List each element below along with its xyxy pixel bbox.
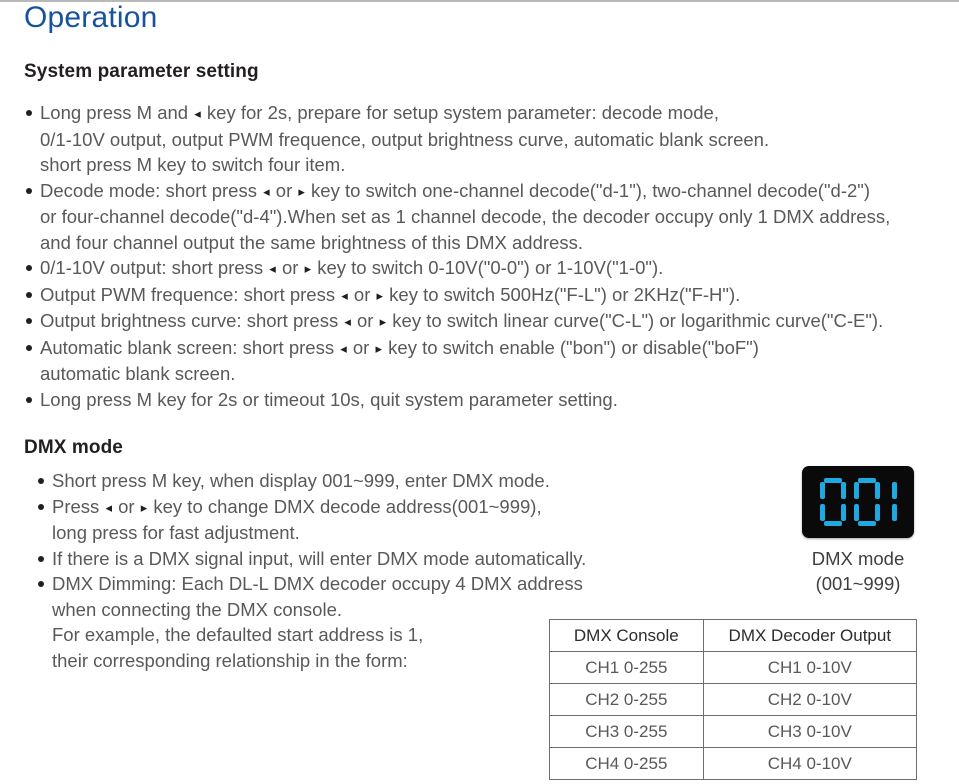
system-parameter-line: Long press M and ◂ key for 2s, prepare f… xyxy=(40,100,944,127)
system-parameter-bullet: Long press M and ◂ key for 2s, prepare f… xyxy=(24,100,944,178)
left-arrow-icon: ◂ xyxy=(269,261,276,276)
dmx-mode-bullet: Press ◂ or ▸ key to change DMX decode ad… xyxy=(36,494,816,546)
page-title: Operation xyxy=(24,1,158,34)
system-parameter-bullet: Decode mode: short press ◂ or ▸ key to s… xyxy=(24,178,944,256)
system-parameter-line: Output PWM frequence: short press ◂ or ▸… xyxy=(40,282,944,309)
right-arrow-icon: ▸ xyxy=(376,287,384,303)
dmx-mode-line: Short press M key, when display 001~999,… xyxy=(52,470,550,491)
dmx-mode-line: DMX Dimming: Each DL-L DMX decoder occup… xyxy=(52,573,583,594)
dmx-mode-bullet: If there is a DMX signal input, will ent… xyxy=(36,546,816,572)
table-row: CH1 0-255 CH1 0-10V xyxy=(549,651,918,684)
segment-b xyxy=(874,482,880,499)
segment-a xyxy=(857,478,876,483)
system-parameter-line: 0/1-10V output: short press ◂ or ▸ key t… xyxy=(40,255,944,282)
table-header-row: DMX Console DMX Decoder Output xyxy=(549,619,918,652)
dmx-mode-line: long press for fast adjustment. xyxy=(52,522,300,543)
display-caption-line-1: DMX mode xyxy=(811,548,905,569)
right-arrow-icon: ▸ xyxy=(304,261,312,276)
dmx-mode-bullet: Short press M key, when display 001~999,… xyxy=(36,468,816,494)
dmx-address-mapping-table: DMX Console DMX Decoder Output CH1 0-255… xyxy=(549,619,918,780)
segment-b xyxy=(840,482,846,499)
dmx-mode-line: If there is a DMX signal input, will ent… xyxy=(52,547,587,569)
segment-e xyxy=(819,504,825,521)
segment-d xyxy=(857,521,876,526)
seven-segment-display-panel xyxy=(802,466,914,538)
system-parameter-bullet: Automatic blank screen: short press ◂ or… xyxy=(24,335,944,387)
segment-b xyxy=(891,482,897,499)
system-parameter-line: and four channel output the same brightn… xyxy=(40,231,583,253)
seven-segment-digit xyxy=(819,478,846,526)
table-header-dmx-console: DMX Console xyxy=(549,619,704,652)
seven-segment-digit xyxy=(853,478,880,526)
table-cell: CH4 0-255 xyxy=(549,747,704,780)
system-parameter-line: short press M key to switch four item. xyxy=(40,154,346,175)
section-heading-dmx-mode: DMX mode xyxy=(24,437,123,458)
segment-f xyxy=(819,482,825,499)
dmx-display-figure: DMX mode (001~999) xyxy=(798,466,918,596)
system-parameter-line: Long press M key for 2s or timeout 10s, … xyxy=(40,388,618,410)
table-row: CH4 0-255 CH4 0-10V xyxy=(549,747,918,780)
left-arrow-icon: ◂ xyxy=(263,183,270,199)
left-arrow-icon: ◂ xyxy=(344,314,351,329)
left-arrow-icon: ◂ xyxy=(341,287,348,303)
left-arrow-icon: ◂ xyxy=(194,106,201,121)
right-arrow-icon: ▸ xyxy=(140,499,148,515)
table-cell: CH3 0-255 xyxy=(549,715,704,748)
table-cell: CH4 0-10V xyxy=(702,747,918,780)
segment-e xyxy=(853,504,859,521)
right-arrow-icon: ▸ xyxy=(375,340,383,356)
system-parameter-bullet-list: Long press M and ◂ key for 2s, prepare f… xyxy=(24,100,944,412)
segment-c xyxy=(840,504,846,521)
table-cell: CH2 0-255 xyxy=(549,683,704,716)
segment-c xyxy=(891,504,897,521)
segment-d xyxy=(823,521,842,526)
system-parameter-line: Automatic blank screen: short press ◂ or… xyxy=(40,335,944,362)
document-page: Operation System parameter setting Long … xyxy=(0,0,959,784)
table-cell: CH3 0-10V xyxy=(702,715,918,748)
left-arrow-icon: ◂ xyxy=(340,340,347,356)
seven-segment-digit xyxy=(888,478,897,526)
section-heading-system-parameter-setting: System parameter setting xyxy=(24,61,259,82)
table-cell: CH2 0-10V xyxy=(702,683,918,716)
right-arrow-icon: ▸ xyxy=(379,314,387,329)
right-arrow-icon: ▸ xyxy=(298,183,305,199)
system-parameter-line: Decode mode: short press ◂ or ▸ key to s… xyxy=(40,178,944,205)
seven-segment-digits xyxy=(802,466,914,538)
segment-f xyxy=(853,482,859,499)
dmx-mode-line: Press ◂ or ▸ key to change DMX decode ad… xyxy=(52,494,816,521)
segment-c xyxy=(874,504,880,521)
table-cell: CH1 0-255 xyxy=(549,651,704,684)
table-header-dmx-decoder-output: DMX Decoder Output xyxy=(702,619,918,652)
display-caption-line-2: (001~999) xyxy=(815,573,901,594)
left-arrow-icon: ◂ xyxy=(105,499,112,515)
system-parameter-line: 0/1-10V output, output PWM frequence, ou… xyxy=(40,128,770,150)
table-cell: CH1 0-10V xyxy=(702,651,918,684)
system-parameter-line: automatic blank screen. xyxy=(40,363,236,384)
system-parameter-bullet: Output brightness curve: short press ◂ o… xyxy=(24,308,944,335)
system-parameter-bullet: Output PWM frequence: short press ◂ or ▸… xyxy=(24,282,944,309)
system-parameter-bullet: 0/1-10V output: short press ◂ or ▸ key t… xyxy=(24,255,944,282)
system-parameter-line: or four-channel decode("d-4").When set a… xyxy=(40,206,891,227)
table-row: CH3 0-255 CH3 0-10V xyxy=(549,715,918,748)
table-row: CH2 0-255 CH2 0-10V xyxy=(549,683,918,716)
segment-a xyxy=(823,478,842,483)
system-parameter-bullet: Long press M key for 2s or timeout 10s, … xyxy=(24,387,944,413)
system-parameter-line: Output brightness curve: short press ◂ o… xyxy=(40,308,944,335)
